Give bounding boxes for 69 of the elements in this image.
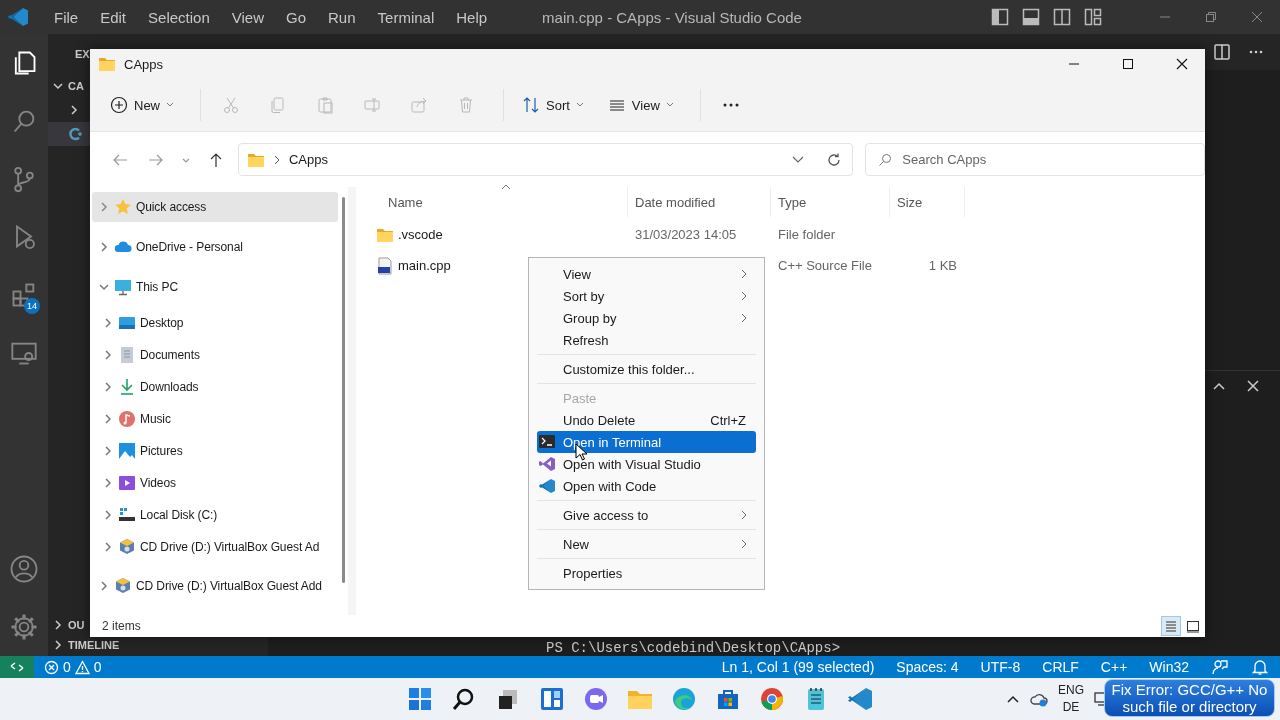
- navigation-item[interactable]: Music: [90, 403, 338, 435]
- caption-banner: Fix Error: GCC/G++ No such file or directory: [1104, 679, 1275, 717]
- status-item[interactable]: UTF-8: [980, 659, 1021, 675]
- menu-item[interactable]: Undo Delete Ctrl+Z: [537, 409, 756, 431]
- menu-item[interactable]: Sort by: [537, 285, 756, 307]
- column-header[interactable]: Size: [890, 187, 965, 217]
- window-title: CApps: [124, 56, 164, 72]
- table-cell-text: 1 KB: [927, 258, 958, 273]
- status-item[interactable]: Spaces: 4: [896, 659, 959, 675]
- table-cell-text: File folder: [777, 227, 837, 242]
- status-item[interactable]: Win32: [1149, 659, 1189, 675]
- toolbar-button[interactable]: New: [102, 87, 182, 123]
- menu-item[interactable]: Go: [275, 8, 317, 26]
- section-header[interactable]: OU: [68, 619, 85, 631]
- menu-item[interactable]: Properties: [537, 562, 756, 584]
- menu-item[interactable]: View: [220, 8, 275, 26]
- navigation-item[interactable]: Downloads: [90, 371, 338, 403]
- menu-item[interactable]: Open with Visual Studio: [537, 453, 756, 475]
- file-name[interactable]: main.cpp: [398, 258, 451, 273]
- table-cell-text: C++ Source File: [777, 258, 873, 273]
- toolbar-button[interactable]: Sort: [514, 87, 592, 123]
- navigation-item[interactable]: OneDrive - Personal: [92, 232, 338, 262]
- menu-item[interactable]: View: [537, 263, 756, 285]
- count-badge: 14: [24, 298, 40, 314]
- status-item[interactable]: CRLF: [1042, 659, 1079, 675]
- menu-item[interactable]: Help: [445, 8, 499, 26]
- column-header[interactable]: Date modified: [628, 187, 771, 217]
- breadcrumb-item[interactable]: CApps: [288, 152, 328, 167]
- shortcut-label: Ctrl+Z: [710, 412, 746, 428]
- navigation-item[interactable]: CD Drive (D:) VirtualBox Guest Ad: [90, 531, 338, 563]
- menu-item[interactable]: Customize this folder...: [537, 358, 756, 380]
- menu-item[interactable]: Edit: [89, 8, 138, 26]
- terminal-prompt: PS C:\Users\codebind\Desktop\CApps>: [546, 641, 841, 655]
- menu-item[interactable]: Open in Terminal: [537, 431, 756, 453]
- menu-item[interactable]: Run: [317, 8, 367, 26]
- navigation-item[interactable]: Pictures: [90, 435, 338, 467]
- navigation-item[interactable]: Quick access: [92, 192, 338, 222]
- warning-count[interactable]: 0: [93, 659, 102, 675]
- address-bar[interactable]: CApps: [237, 143, 854, 176]
- error-count[interactable]: 0: [63, 659, 71, 675]
- menu-item[interactable]: File: [43, 8, 90, 26]
- section-header[interactable]: TIMELINE: [68, 639, 120, 651]
- menu-item[interactable]: Open with Code: [537, 475, 756, 497]
- menu-item[interactable]: Group by: [537, 307, 756, 329]
- menu-item[interactable]: Selection: [137, 8, 221, 26]
- table-cell-text: 31/03/2023 14:05: [634, 227, 738, 242]
- navigation-item[interactable]: Desktop: [90, 307, 338, 339]
- item-count: 2 items: [102, 619, 141, 633]
- language-indicator[interactable]: ENG: [1058, 682, 1084, 699]
- language-indicator[interactable]: DE: [1058, 699, 1084, 716]
- window-title: main.cpp - CApps - Visual Studio Code: [542, 8, 803, 26]
- navigation-item[interactable]: Documents: [90, 339, 338, 371]
- menu-item[interactable]: New: [537, 533, 756, 555]
- navigation-item[interactable]: This PC: [92, 272, 338, 302]
- column-header[interactable]: Type: [771, 187, 890, 217]
- status-item[interactable]: Ln 1, Col 1 (99 selected): [721, 659, 875, 675]
- file-name[interactable]: .vscode: [398, 227, 443, 242]
- column-header[interactable]: Name: [376, 187, 628, 217]
- status-item[interactable]: C++: [1100, 659, 1128, 675]
- sidebar-title: EX: [75, 48, 90, 60]
- menu-item[interactable]: Terminal: [366, 8, 446, 26]
- search-field[interactable]: Search CApps: [865, 143, 1205, 176]
- navigation-item[interactable]: Videos: [90, 467, 338, 499]
- navigation-item[interactable]: CD Drive (D:) VirtualBox Guest Add: [92, 571, 338, 601]
- navigation-item[interactable]: Local Disk (C:): [90, 499, 338, 531]
- toolbar-button[interactable]: View: [599, 87, 682, 123]
- menu-item[interactable]: Refresh: [537, 329, 756, 351]
- folder-label[interactable]: CA: [68, 80, 84, 92]
- menu-item[interactable]: Give access to: [537, 504, 756, 526]
